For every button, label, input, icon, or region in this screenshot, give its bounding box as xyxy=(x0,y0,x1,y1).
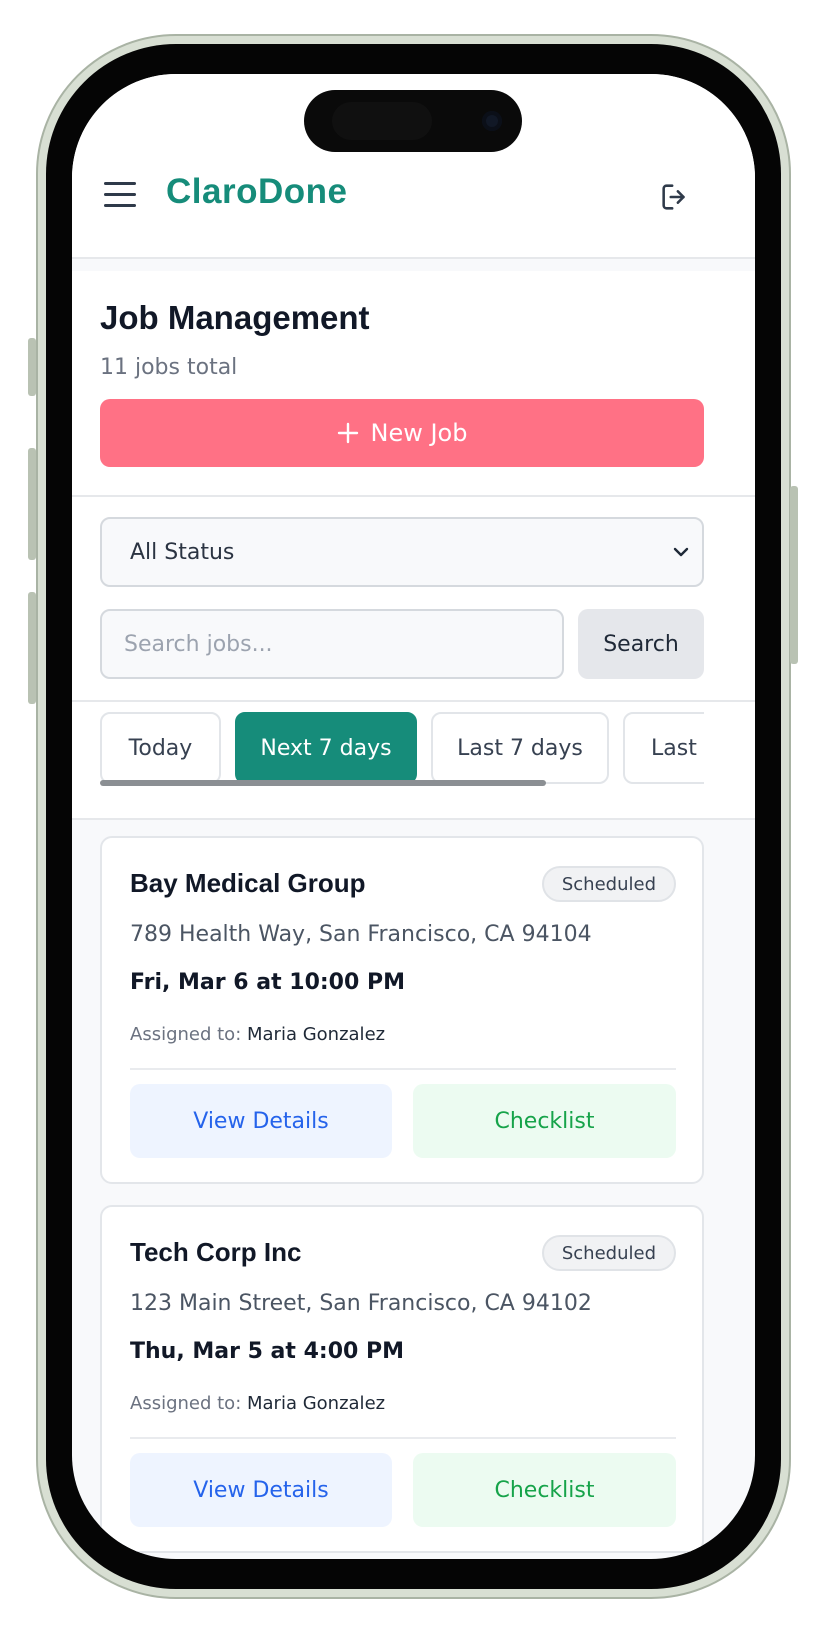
search-button[interactable]: Search xyxy=(578,609,704,679)
tab-next-7-days[interactable]: Next 7 days xyxy=(235,712,417,784)
job-client: Bay Medical Group xyxy=(130,868,366,898)
filter-section: All Status Search xyxy=(72,497,755,702)
page-header-section: Job Management 11 jobs total New Job xyxy=(72,271,755,497)
view-details-button[interactable]: View Details xyxy=(130,1453,392,1527)
status-badge: Scheduled xyxy=(541,866,676,902)
volume-down-button xyxy=(28,592,36,704)
divider xyxy=(130,1068,676,1070)
divider xyxy=(130,1437,676,1439)
assigned-label: Assigned to: xyxy=(130,1024,242,1045)
jobs-count: 11 jobs total xyxy=(100,355,238,380)
search-input[interactable] xyxy=(100,609,564,679)
job-client: Tech Corp Inc xyxy=(130,1237,302,1267)
screen: ClaroDone Job Management 11 jobs total N… xyxy=(72,74,755,1559)
tab-today[interactable]: Today xyxy=(100,712,221,784)
view-details-button[interactable]: View Details xyxy=(130,1084,392,1158)
date-range-tabs: Today Next 7 days Last 7 days Last xyxy=(72,702,755,820)
new-job-button[interactable]: New Job xyxy=(100,399,704,467)
sensor xyxy=(332,102,432,140)
job-address: 789 Health Way, San Francisco, CA 94104 xyxy=(130,922,592,947)
status-select-value: All Status xyxy=(130,540,235,565)
assignee-name: Maria Gonzalez xyxy=(247,1393,386,1414)
action-button xyxy=(28,338,36,396)
page-title: Job Management xyxy=(100,299,370,336)
tab-last[interactable]: Last xyxy=(623,712,704,784)
job-assignment: Assigned to: Maria Gonzalez xyxy=(130,1024,385,1045)
dynamic-island xyxy=(304,90,522,152)
chevron-down-icon xyxy=(673,547,689,557)
job-datetime: Thu, Mar 5 at 4:00 PM xyxy=(130,1339,404,1364)
job-assignment: Assigned to: Maria Gonzalez xyxy=(130,1393,385,1414)
volume-up-button xyxy=(28,448,36,560)
job-card: Tech Corp Inc Scheduled 123 Main Street,… xyxy=(100,1205,704,1553)
job-address: 123 Main Street, San Francisco, CA 94102 xyxy=(130,1291,592,1316)
plus-icon xyxy=(337,422,358,444)
menu-icon[interactable] xyxy=(104,182,136,208)
logout-icon[interactable] xyxy=(658,180,692,214)
new-job-label: New Job xyxy=(370,419,468,447)
status-select[interactable]: All Status xyxy=(100,517,704,587)
job-card: Bay Medical Group Scheduled 789 Health W… xyxy=(100,836,704,1184)
assigned-label: Assigned to: xyxy=(130,1393,242,1414)
tabs-scrollbar[interactable] xyxy=(100,780,546,786)
checklist-button[interactable]: Checklist xyxy=(413,1084,676,1158)
tab-last-7-days[interactable]: Last 7 days xyxy=(431,712,609,784)
power-button xyxy=(790,486,798,664)
camera-lens xyxy=(482,111,502,131)
checklist-button[interactable]: Checklist xyxy=(413,1453,676,1527)
status-badge: Scheduled xyxy=(541,1235,676,1271)
job-datetime: Fri, Mar 6 at 10:00 PM xyxy=(130,970,405,995)
assignee-name: Maria Gonzalez xyxy=(247,1024,386,1045)
brand-logo[interactable]: ClaroDone xyxy=(166,172,347,212)
